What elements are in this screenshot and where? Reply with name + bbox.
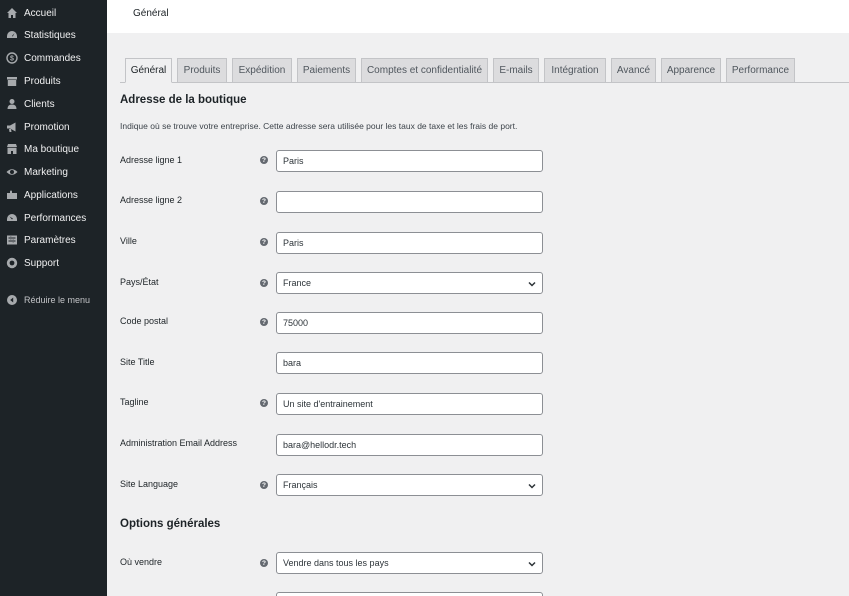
address-line2-label: Adresse ligne 2	[120, 195, 183, 205]
country-select[interactable]: France	[276, 272, 543, 294]
sidebar-item-label: Statistiques	[24, 29, 76, 41]
sidebar-item-support[interactable]: Support	[0, 253, 107, 273]
selling-location-label: Où vendre	[120, 557, 163, 567]
sidebar-item-marketing[interactable]: Marketing	[0, 162, 107, 182]
store-address-description: Indique où se trouve votre entreprise. C…	[120, 121, 518, 131]
site-language-select-value: Français	[283, 480, 318, 490]
archive-icon	[5, 74, 19, 88]
postcode-input[interactable]: 75000	[276, 312, 543, 334]
tab-produits[interactable]: Produits	[177, 58, 227, 83]
sidebar-item-clients[interactable]: Clients	[0, 94, 107, 114]
city-label: Ville	[120, 236, 137, 246]
tab-emails[interactable]: E-mails	[493, 58, 539, 83]
chevron-down-icon	[527, 481, 537, 491]
sidebar-item-label: Applications	[24, 189, 78, 201]
postcode-label: Code postal	[120, 316, 169, 326]
chevron-down-icon	[527, 559, 537, 569]
help-icon[interactable]: ?	[260, 318, 268, 326]
tab-paiements[interactable]: Paiements	[297, 58, 356, 83]
sidebar-item-ma-boutique[interactable]: Ma boutique	[0, 139, 107, 159]
help-icon[interactable]: ?	[260, 238, 268, 246]
help-icon[interactable]: ?	[260, 559, 268, 567]
next-field-input[interactable]	[276, 592, 543, 596]
sidebar-item-performances[interactable]: Performances	[0, 208, 107, 228]
page-title: Général	[133, 8, 169, 19]
dashboard-icon	[5, 28, 19, 42]
store-address-heading: Adresse de la boutique	[120, 94, 247, 106]
top-header: Général	[107, 0, 849, 33]
tagline-input[interactable]: Un site d'entrainement	[276, 393, 543, 415]
sidebar-item-produits[interactable]: Produits	[0, 71, 107, 91]
sidebar-item-commandes[interactable]: $ Commandes	[0, 48, 107, 68]
site-language-label: Site Language	[120, 479, 179, 489]
site-title-input[interactable]: bara	[276, 352, 543, 374]
sliders-icon	[5, 233, 19, 247]
site-title-label: Site Title	[120, 357, 155, 367]
admin-email-input[interactable]: bara@hellodr.tech	[276, 434, 543, 456]
tagline-label: Tagline	[120, 397, 149, 407]
tab-performance[interactable]: Performance	[726, 58, 795, 83]
address-line1-label: Adresse ligne 1	[120, 155, 183, 165]
eye-icon	[5, 165, 19, 179]
address-line2-input[interactable]	[276, 191, 543, 213]
sidebar-item-label: Accueil	[24, 7, 57, 19]
country-label: Pays/État	[120, 277, 159, 287]
user-icon	[5, 97, 19, 111]
help-icon[interactable]: ?	[260, 399, 268, 407]
help-circle-icon	[5, 256, 19, 270]
country-select-value: France	[283, 278, 312, 288]
sidebar-item-applications[interactable]: Applications	[0, 185, 107, 205]
collapse-menu-button[interactable]: Réduire le menu	[0, 290, 107, 310]
sidebar-item-label: Produits	[24, 75, 61, 87]
tab-general[interactable]: Général	[125, 58, 172, 83]
tab-comptes-confidentialite[interactable]: Comptes et confidentialité	[361, 58, 488, 83]
sidebar-item-statistiques[interactable]: Statistiques	[0, 25, 107, 45]
gauge-icon	[5, 211, 19, 225]
chevron-down-icon	[527, 279, 537, 289]
dollar-icon: $	[5, 51, 19, 65]
sidebar-item-label: Paramètres	[24, 234, 76, 246]
admin-email-label: Administration Email Address	[120, 438, 238, 448]
admin-sidebar: Accueil Statistiques $ Commandes Produit…	[0, 0, 107, 596]
sidebar-item-label: Promotion	[24, 121, 70, 133]
puzzle-icon	[5, 188, 19, 202]
sidebar-item-promotion[interactable]: Promotion	[0, 117, 107, 137]
collapse-arrow-icon	[5, 293, 19, 307]
sidebar-item-label: Performances	[24, 212, 87, 224]
help-icon[interactable]: ?	[260, 197, 268, 205]
megaphone-icon	[5, 120, 19, 134]
address-line1-input[interactable]: Paris	[276, 150, 543, 172]
general-options-heading: Options générales	[120, 518, 221, 530]
tab-apparence[interactable]: Apparence	[661, 58, 721, 83]
home-icon	[5, 6, 19, 20]
tab-avance[interactable]: Avancé	[611, 58, 656, 83]
store-icon	[5, 142, 19, 156]
sidebar-item-label: Clients	[24, 98, 55, 110]
selling-location-select-value: Vendre dans tous les pays	[283, 558, 389, 568]
sidebar-item-label: Ma boutique	[24, 143, 80, 155]
sidebar-item-parametres[interactable]: Paramètres	[0, 230, 107, 250]
sidebar-item-accueil[interactable]: Accueil	[0, 3, 107, 23]
collapse-menu-label: Réduire le menu	[24, 295, 91, 305]
sidebar-item-label: Marketing	[24, 166, 68, 178]
selling-location-select[interactable]: Vendre dans tous les pays	[276, 552, 543, 574]
help-icon[interactable]: ?	[260, 156, 268, 164]
tab-expedition[interactable]: Expédition	[232, 58, 292, 83]
help-icon[interactable]: ?	[260, 279, 268, 287]
sidebar-item-label: Support	[24, 257, 60, 269]
city-input[interactable]: Paris	[276, 232, 543, 254]
help-icon[interactable]: ?	[260, 481, 268, 489]
tab-integration[interactable]: Intégration	[544, 58, 606, 83]
sidebar-item-label: Commandes	[24, 52, 81, 64]
site-language-select[interactable]: Français	[276, 474, 543, 496]
svg-text:$: $	[10, 56, 14, 63]
